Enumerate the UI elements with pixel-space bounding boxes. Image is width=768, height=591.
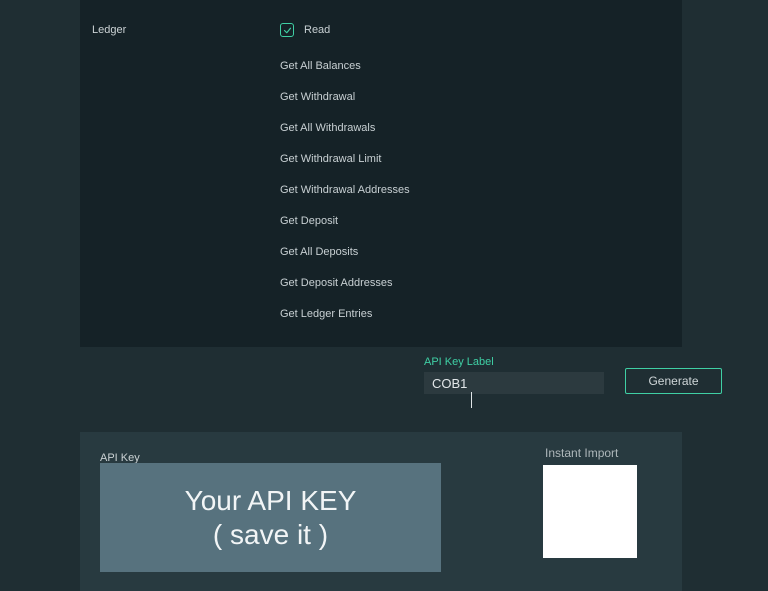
api-key-label-field-label: API Key Label <box>424 356 604 368</box>
permission-item: Get Deposit Addresses <box>280 267 410 298</box>
qr-code-placeholder <box>543 465 637 558</box>
api-key-result-panel: API Key Your API KEY ( save it ) Instant… <box>80 432 682 591</box>
api-key-placeholder-line1: Your API KEY <box>185 484 357 518</box>
permission-item: Get Ledger Entries <box>280 298 410 329</box>
api-key-placeholder-line2: ( save it ) <box>213 518 328 552</box>
check-icon[interactable] <box>280 23 294 37</box>
api-key-label-group: API Key Label <box>424 356 604 394</box>
permission-item: Get Deposit <box>280 205 410 236</box>
instant-import-label: Instant Import <box>545 446 618 460</box>
text-caret <box>471 392 472 408</box>
permission-item: Get All Balances <box>280 50 410 81</box>
permission-item: Get Withdrawal Addresses <box>280 174 410 205</box>
permission-item: Get Withdrawal <box>280 81 410 112</box>
ledger-section-label: Ledger <box>92 20 280 36</box>
permission-item: Get Withdrawal Limit <box>280 143 410 174</box>
permission-list: Read Get All Balances Get Withdrawal Get… <box>280 20 410 329</box>
api-key-display-box: Your API KEY ( save it ) <box>100 463 441 572</box>
api-key-label-input[interactable] <box>424 372 604 394</box>
read-permission[interactable]: Read <box>280 20 410 40</box>
permissions-panel: Ledger Read Get All Balances Get Withdra… <box>80 0 682 347</box>
permission-item: Get All Withdrawals <box>280 112 410 143</box>
generate-button[interactable]: Generate <box>625 368 722 394</box>
permission-item: Get All Deposits <box>280 236 410 267</box>
read-label: Read <box>304 24 330 36</box>
ledger-row: Ledger Read Get All Balances Get Withdra… <box>92 20 682 329</box>
